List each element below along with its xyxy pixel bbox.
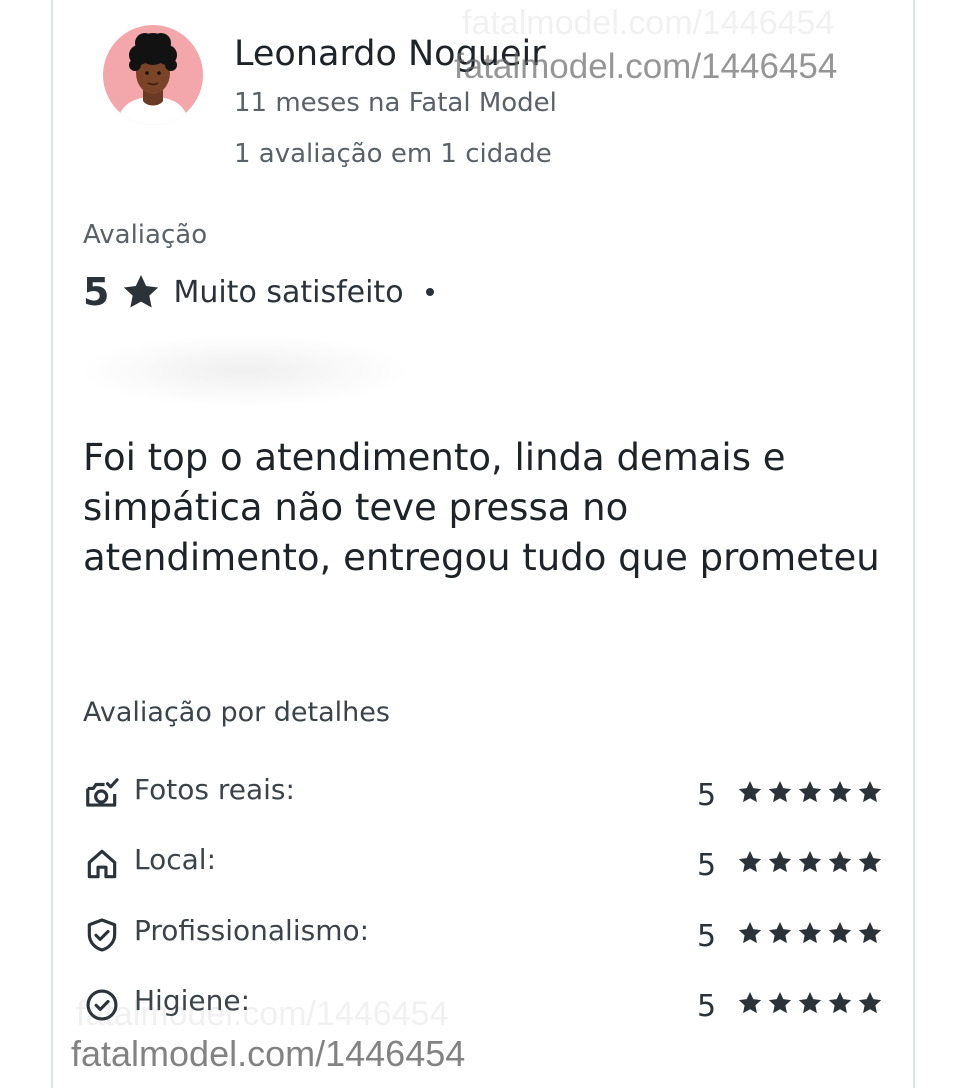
star-icon bbox=[828, 850, 852, 873]
star-icon bbox=[828, 991, 852, 1014]
star-icon bbox=[858, 991, 882, 1014]
detail-stars bbox=[737, 779, 883, 805]
separator-dot bbox=[425, 288, 434, 296]
rating-summary: 5 Muito satisfeito bbox=[83, 270, 434, 314]
star-icon bbox=[738, 991, 762, 1014]
detail-label: Fotos reais: bbox=[134, 773, 295, 806]
detail-row-fotos-reais: Fotos reais: 5 bbox=[83, 771, 888, 815]
detail-score: 5 bbox=[697, 989, 717, 1024]
watermark-top: fatalmodel.com/1446454 bbox=[454, 47, 838, 86]
user-tenure: 11 meses na Fatal Model bbox=[234, 88, 557, 118]
avatar-illustration bbox=[117, 33, 189, 125]
detail-label: Profissionalismo: bbox=[134, 914, 370, 947]
star-icon bbox=[798, 850, 822, 873]
details-title: Avaliação por detalhes bbox=[83, 697, 390, 728]
detail-row-profissionalismo: Profissionalismo: 5 bbox=[83, 912, 888, 956]
star-icon bbox=[124, 275, 159, 308]
rating-score: 5 bbox=[83, 270, 110, 314]
shield-check-icon bbox=[87, 918, 117, 952]
star-icon bbox=[738, 780, 762, 803]
star-icon bbox=[828, 921, 852, 944]
star-icon bbox=[768, 991, 792, 1014]
detail-label: Local: bbox=[134, 843, 217, 876]
star-icon bbox=[828, 780, 852, 803]
star-icon bbox=[768, 921, 792, 944]
home-icon bbox=[87, 849, 117, 879]
detail-stars bbox=[737, 920, 883, 946]
star-icon bbox=[858, 780, 882, 803]
watermark-bottom: fatalmodel.com/1446454 bbox=[71, 1033, 466, 1074]
detail-score: 5 bbox=[697, 778, 717, 813]
detail-stars bbox=[737, 990, 883, 1016]
user-review-count: 1 avaliação em 1 cidade bbox=[234, 139, 552, 169]
review-text: Foi top o atendimento, linda demais e si… bbox=[83, 436, 880, 579]
detail-row-local: Local: 5 bbox=[83, 841, 888, 885]
avatar[interactable] bbox=[103, 25, 203, 125]
star-icon bbox=[798, 991, 822, 1014]
star-icon bbox=[738, 850, 762, 873]
star-icon bbox=[768, 850, 792, 873]
rating-label: Avaliação bbox=[83, 220, 208, 250]
detail-score: 5 bbox=[697, 848, 717, 883]
watermark-ghost: fatalmodel.com/1446454 bbox=[76, 995, 449, 1033]
blurred-content bbox=[80, 335, 410, 407]
star-icon bbox=[738, 921, 762, 944]
camera-icon bbox=[86, 778, 119, 807]
star-icon bbox=[858, 921, 882, 944]
star-icon bbox=[858, 850, 882, 873]
star-icon bbox=[768, 780, 792, 803]
detail-score: 5 bbox=[697, 919, 717, 954]
star-icon bbox=[798, 780, 822, 803]
detail-stars bbox=[737, 849, 883, 875]
star-icon bbox=[798, 921, 822, 944]
rating-text: Muito satisfeito bbox=[173, 274, 404, 310]
